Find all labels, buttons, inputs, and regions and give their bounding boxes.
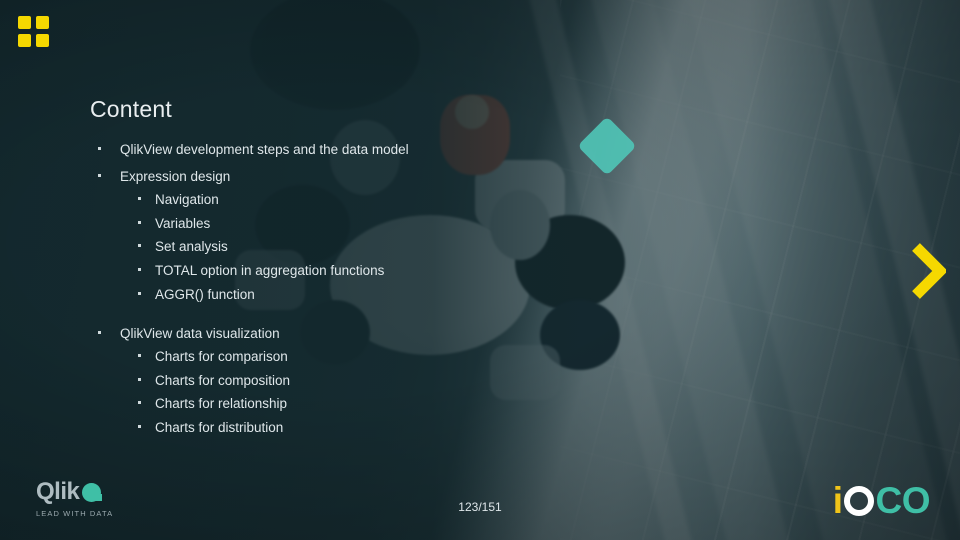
qlik-q-icon [82,482,102,502]
sub-item-label: Charts for composition [155,372,291,388]
sub-item-label: AGGR() function [155,287,255,303]
list-item: Charts for distribution [120,420,650,436]
list-item: Charts for relationship [120,397,650,412]
page-title: Content [90,96,172,122]
page-number: 123/151 [458,500,502,514]
list-item: Charts for composition [120,372,650,389]
list-item: Expression design Navigation Variables S… [90,168,650,303]
list-item-label: QlikView data visualization [120,325,280,341]
bullet-icon [138,196,141,200]
square-glyph [18,34,31,47]
bullet-icon [98,330,101,334]
list-item-label: Expression design [120,168,231,184]
sub-item-label: TOTAL option in aggregation functions [155,263,385,279]
bullet-icon [98,173,101,177]
sub-list: Navigation Variables Set analysis TOTAL … [120,191,650,303]
list-item: Variables [120,215,650,232]
ioco-logo: i CO [832,480,931,522]
agenda-list: QlikView development steps and the data … [90,142,650,436]
sub-list: Charts for comparison Charts for composi… [120,348,650,436]
ioco-co-letters: CO [875,480,931,521]
sub-item-label: Variables [155,215,211,231]
ioco-o-icon [843,486,874,516]
list-item: Navigation [120,191,650,208]
sub-item-label: Charts for relationship [155,396,288,412]
list-item: QlikView data visualization Charts for c… [90,325,650,436]
list-item: Charts for comparison [120,348,650,365]
slide-content: Content QlikView development steps and t… [90,96,650,448]
sub-item-label: Charts for distribution [155,420,284,436]
bullet-icon [138,401,141,405]
bullet-icon [138,425,141,429]
bullet-icon [98,147,101,150]
chevron-right-icon[interactable] [910,243,948,299]
square-glyph [36,34,49,47]
square-glyph [18,16,31,29]
bullet-icon [138,268,141,272]
sub-item-label: Set analysis [155,239,228,255]
bullet-icon [138,220,141,224]
sub-item-label: Navigation [155,191,219,207]
square-glyph [36,16,49,29]
list-item: Set analysis [120,240,650,255]
bullet-icon [138,353,141,357]
list-item-label: QlikView development steps and the data … [120,142,409,157]
sub-item-label: Charts for comparison [155,348,288,364]
list-item: QlikView development steps and the data … [90,142,650,158]
list-item: AGGR() function [120,287,650,303]
bullet-icon [138,244,141,248]
bullet-icon [138,377,141,381]
ioco-i-letter: i [832,480,843,521]
four-squares-icon [18,16,52,50]
list-item: TOTAL option in aggregation functions [120,263,650,279]
presentation-slide: Content QlikView development steps and t… [0,0,960,540]
bullet-icon [138,292,141,296]
